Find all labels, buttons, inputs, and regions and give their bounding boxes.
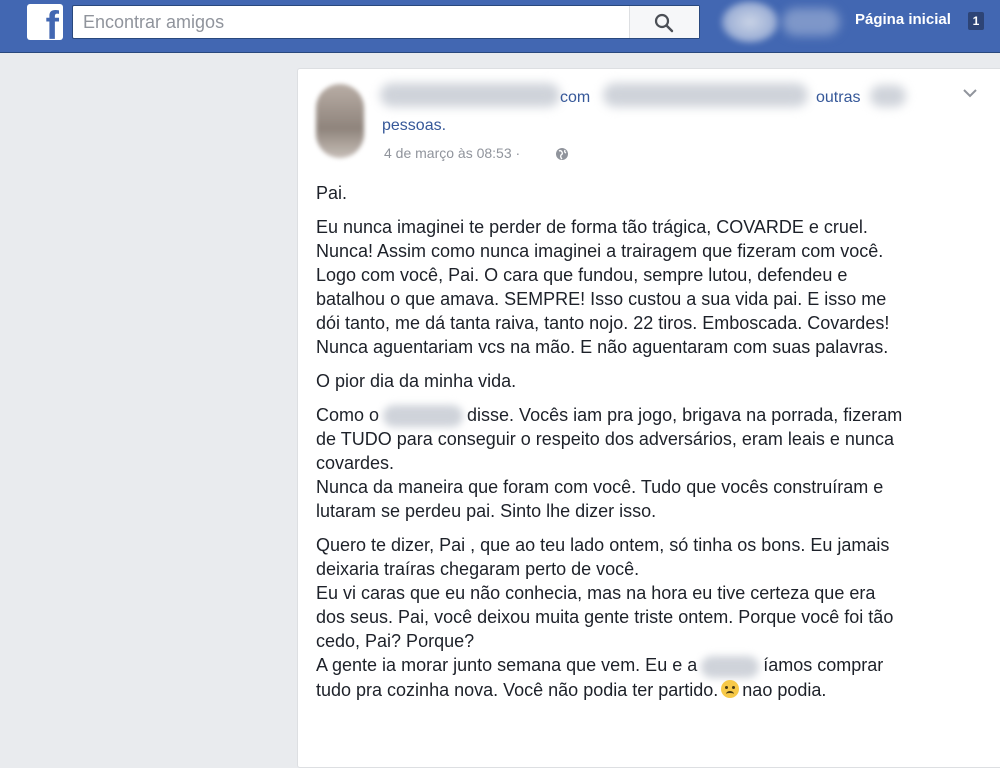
text-line: dos seus. Pai, você deixou muita gente t… <box>316 607 894 628</box>
paragraph-1: Pai. <box>316 181 976 205</box>
home-link[interactable]: Página inicial <box>855 11 951 28</box>
header-with-text: com <box>560 89 591 106</box>
text-segment: Como o <box>316 405 380 425</box>
paragraph-3: O pior dia da minha vida. <box>316 369 976 393</box>
text-line: Nunca da maneira que foram com você. Tud… <box>316 477 884 498</box>
post-timestamp[interactable]: 4 de março às 08:53 · <box>384 145 520 161</box>
search-input[interactable] <box>73 6 653 38</box>
name-redacted <box>383 405 464 428</box>
text-line: Logo com você, Pai. O cara que fundou, s… <box>316 265 848 285</box>
paragraph-2: Eu nunca imaginei te perder de forma tão… <box>316 215 976 359</box>
text-line: de TUDO para conseguir o respeito dos ad… <box>316 429 894 450</box>
search-icon <box>654 13 674 33</box>
header-others-text[interactable]: outras <box>816 89 860 107</box>
globe-icon[interactable] <box>555 147 569 161</box>
search-button[interactable] <box>629 6 699 38</box>
others-count-redacted <box>870 85 906 107</box>
facebook-logo-letter: f <box>45 4 59 40</box>
text-line: dói tanto, me dá tanta raiva, tanto nojo… <box>316 313 890 333</box>
text-line: Eu nunca imaginei te perder de forma tão… <box>316 217 868 237</box>
author-name-redacted[interactable] <box>380 83 560 107</box>
text-line: O pior dia da minha vida. <box>316 371 517 391</box>
home-notification-badge: 1 <box>968 12 984 30</box>
text-line: Eu vi caras que eu não conhecia, mas na … <box>316 583 876 604</box>
text-line: covardes. <box>316 453 395 474</box>
text-segment: disse. Vocês iam pra jogo, brigava na po… <box>467 405 903 425</box>
profile-avatar[interactable] <box>720 0 780 44</box>
text-line: Nunca aguentariam vcs na mão. E não ague… <box>316 337 889 357</box>
text-line: cedo, Pai? Porque? <box>316 631 475 652</box>
crying-face-emoji-icon <box>721 679 740 698</box>
name-redacted <box>701 655 760 678</box>
text-segment: íamos comprar <box>763 655 884 676</box>
paragraph-5: Quero te dizer, Pai , que ao teu lado on… <box>316 533 976 701</box>
profile-name-redacted[interactable] <box>782 8 840 36</box>
top-navigation-bar: f Página inicial 1 <box>0 0 1000 53</box>
text-line: Quero te dizer, Pai , que ao teu lado on… <box>316 535 890 556</box>
post-card: com outras pessoas. 4 de março às 08:53 … <box>297 68 1000 768</box>
header-people-text[interactable]: pessoas. <box>382 117 446 135</box>
facebook-logo[interactable]: f <box>27 4 63 40</box>
text-segment: nao podia. <box>742 679 827 700</box>
text-line: deixaria traíras chegaram perto de você. <box>316 559 640 580</box>
paragraph-4: Como o disse. Vocês iam pra jogo, brigava… <box>316 403 976 523</box>
tagged-person-redacted[interactable] <box>603 83 808 107</box>
chevron-down-icon[interactable] <box>962 87 978 99</box>
author-avatar[interactable] <box>316 84 364 158</box>
search-box <box>72 5 700 39</box>
text-line: Pai. <box>316 183 348 203</box>
text-line: lutaram se perdeu pai. Sinto lhe dizer i… <box>316 501 657 522</box>
post-body: Pai. Eu nunca imaginei te perder de form… <box>316 181 976 712</box>
text-segment: tudo pra cozinha nova. Você não podia te… <box>316 679 719 700</box>
text-line: batalhou o que amava. SEMPRE! Isso custo… <box>316 289 887 309</box>
text-segment: A gente ia morar junto semana que vem. E… <box>316 655 698 676</box>
text-line: Nunca! Assim como nunca imaginei a trair… <box>316 241 884 261</box>
